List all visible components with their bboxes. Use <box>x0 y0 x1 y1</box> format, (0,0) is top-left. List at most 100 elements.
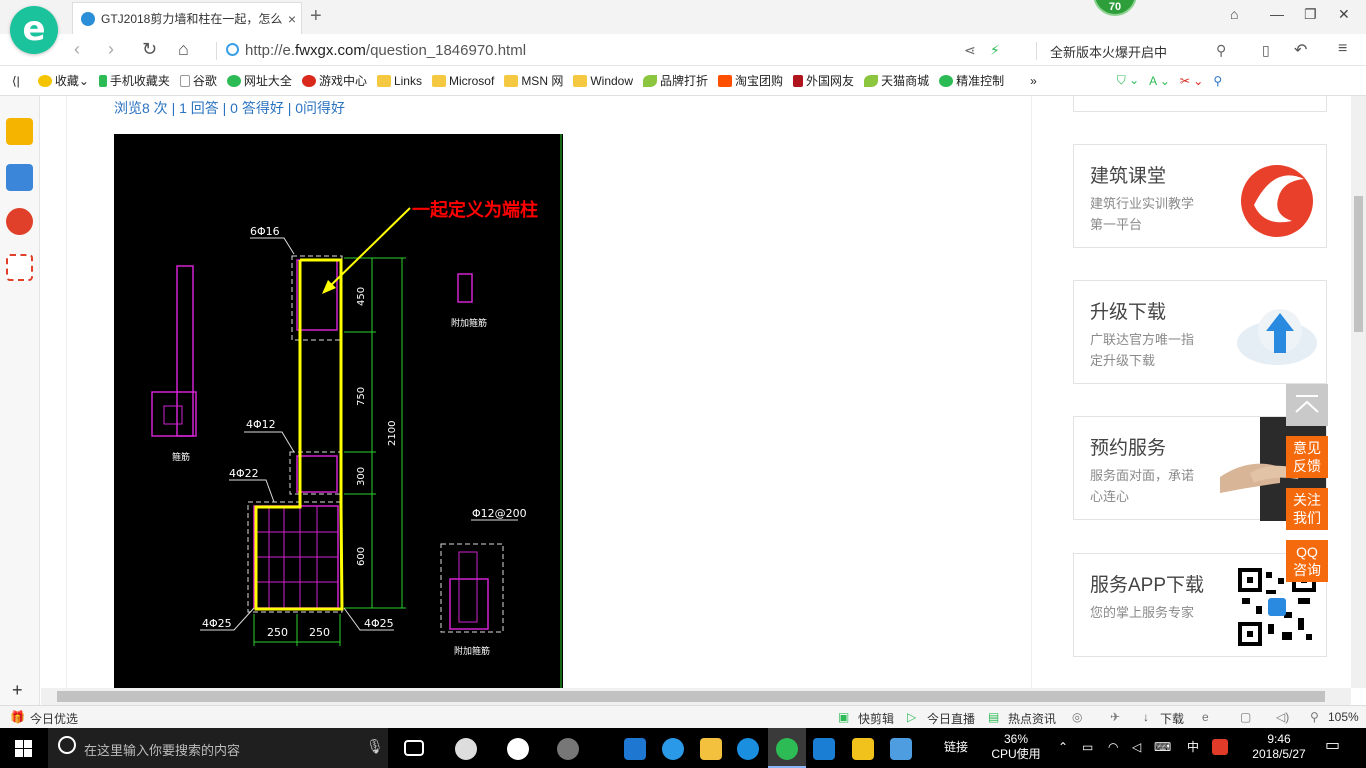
browser-logo[interactable]: e <box>10 6 58 54</box>
volume-icon[interactable]: ◁ <box>1132 740 1141 755</box>
today-picks-link[interactable]: 今日优选 <box>30 710 78 727</box>
bookmark-taobao[interactable]: 淘宝团购 <box>718 72 783 89</box>
internet-explorer-icon[interactable] <box>662 738 684 760</box>
scissors-icon[interactable]: ✂ ⌄ <box>1180 74 1203 88</box>
notes-app-icon[interactable] <box>852 738 874 760</box>
undo-icon[interactable]: ↶ <box>1294 40 1307 60</box>
add-sidebar-icon[interactable]: + <box>12 680 23 701</box>
lightning-icon[interactable]: ⚡ <box>990 42 1000 59</box>
sound-icon[interactable]: ◁) <box>1276 710 1289 724</box>
links-toolbar[interactable]: 链接 <box>944 740 968 755</box>
bookmarks-bar: ⟨| 收藏 ⌄ 手机收藏夹 谷歌 网址大全 游戏中心 Links Microso… <box>0 66 1366 96</box>
window-mode-icon[interactable]: ▢ <box>1240 710 1251 724</box>
sogou-icon[interactable] <box>1212 739 1228 755</box>
folder-icon <box>573 74 588 87</box>
bookmark-control[interactable]: 精准控制 <box>939 72 1004 89</box>
mail-app-icon[interactable] <box>890 738 912 760</box>
ie-browser-icon[interactable] <box>507 738 529 760</box>
play-icon: ▷ <box>907 710 917 724</box>
close-window-icon[interactable]: ✕ <box>1338 6 1350 23</box>
cpu-usage[interactable]: 36% CPU使用 <box>986 732 1046 762</box>
share-icon[interactable]: ⋖ <box>964 42 976 59</box>
bookmark-hao[interactable]: 网址大全 <box>226 72 292 89</box>
chrome-like-icon[interactable] <box>557 738 579 760</box>
notification-center-icon[interactable]: ▭ <box>1325 738 1340 754</box>
home-icon[interactable]: ⌂ <box>178 39 189 60</box>
wifi-icon[interactable]: ◠ <box>1108 740 1118 755</box>
bookmark-favorites[interactable]: 收藏 ⌄ <box>37 72 89 89</box>
bookmark-games[interactable]: 游戏中心 <box>301 72 367 89</box>
bookmark-tmall[interactable]: 天猫商城 <box>864 72 929 89</box>
kuaijianji-link[interactable]: 快剪辑 <box>858 710 894 727</box>
refresh-icon[interactable]: ↻ <box>142 39 157 60</box>
bookmark-foreign[interactable]: 外国网友 <box>793 72 854 89</box>
bookmark-windows[interactable]: Window <box>573 74 633 88</box>
more-bookmarks-icon[interactable]: » <box>1030 74 1037 88</box>
feedback-button[interactable]: 意见 反馈 <box>1286 436 1328 478</box>
new-tab-button[interactable]: + <box>310 5 322 28</box>
translate-icon[interactable]: A ⌄ <box>1149 74 1170 88</box>
app-g-icon[interactable] <box>737 738 759 760</box>
card-upgrade-download[interactable]: 升级下载 广联达官方唯一指定升级下载 <box>1073 280 1327 384</box>
shield-icon[interactable]: ⛉ ⌄ <box>1117 73 1139 88</box>
bookmark-mobile[interactable]: 手机收藏夹 <box>98 72 170 89</box>
back-to-top-button[interactable] <box>1286 384 1328 426</box>
search-icon[interactable]: ⚲ <box>1216 42 1226 59</box>
zoom-level[interactable]: 105% <box>1328 710 1359 724</box>
360-browser-icon[interactable] <box>776 738 798 760</box>
site-favicon-icon <box>81 11 95 26</box>
tab-question[interactable]: GTJ2018剪力墙和柱在一起，怎么... × <box>72 2 302 34</box>
weibo-icon[interactable] <box>6 208 33 235</box>
task-view-icon[interactable] <box>404 740 424 756</box>
bookmark-google[interactable]: 谷歌 <box>179 72 217 89</box>
menu-icon[interactable]: ≡ <box>1338 40 1347 58</box>
back-icon[interactable]: ‹ <box>74 39 80 60</box>
vertical-scroll-thumb[interactable] <box>1354 196 1363 332</box>
restore-icon[interactable]: ❐ <box>1304 6 1317 23</box>
bookmark-microsoft[interactable]: Microsof <box>431 74 494 88</box>
windows-start-icon[interactable] <box>15 740 32 757</box>
vertical-scrollbar[interactable] <box>1351 96 1366 688</box>
keyboard-icon[interactable]: ⌨ <box>1154 740 1171 755</box>
battery-icon[interactable]: ▭ <box>1082 740 1093 755</box>
live-link[interactable]: 今日直播 <box>927 710 975 727</box>
reading-list-icon[interactable] <box>6 164 33 191</box>
forward-icon[interactable]: › <box>108 39 114 60</box>
pin-icon[interactable]: ✈ <box>1110 710 1120 724</box>
follow-us-button[interactable]: 关注 我们 <box>1286 488 1328 530</box>
promo-search-box[interactable]: 全新版本火爆开启中 <box>1050 42 1167 61</box>
zoom-search-icon[interactable]: ⚲ <box>1213 74 1222 88</box>
ie-mode-icon[interactable]: e <box>1202 710 1209 724</box>
minimize-icon[interactable]: — <box>1270 6 1284 22</box>
taskbar-search-box[interactable]: 在这里输入你要搜索的内容 🎙 <box>48 728 388 768</box>
speed-icon[interactable]: ◎ <box>1072 710 1082 724</box>
bookmark-links[interactable]: Links <box>376 74 422 88</box>
mobile-icon[interactable]: ▯ <box>1262 42 1270 59</box>
bookmark-msn[interactable]: MSN 网 <box>504 72 563 89</box>
left-sidebar: + <box>0 96 40 706</box>
notification-badge[interactable]: 70 <box>1093 0 1137 16</box>
microphone-icon[interactable]: 🎙 <box>366 738 384 755</box>
url-field[interactable]: http://e.fwxgx.com/question_1846970.html <box>226 42 526 59</box>
card-construction-class[interactable]: 建筑课堂 建筑行业实训教学第一平台 <box>1073 144 1327 248</box>
file-explorer-icon[interactable] <box>700 738 722 760</box>
close-tab-icon[interactable]: × <box>283 11 301 27</box>
cad-drawing-image[interactable]: 一起定义为端柱 6Φ16 4Φ12 4Φ22 4Φ25 4Φ25 Φ12@200… <box>114 134 563 688</box>
ime-indicator[interactable]: 中 <box>1187 740 1199 755</box>
bookmark-brand[interactable]: 品牌打折 <box>643 72 708 89</box>
tray-expand-icon[interactable]: ⌃ <box>1058 740 1068 755</box>
clock[interactable]: 9:46 2018/5/27 <box>1244 732 1314 762</box>
glodon-app-icon[interactable] <box>813 738 835 760</box>
download-link[interactable]: 下载 <box>1160 710 1184 727</box>
sidebar-toggle-icon[interactable]: ⟨| <box>12 74 20 88</box>
news-link[interactable]: 热点资讯 <box>1008 710 1056 727</box>
favorites-star-icon[interactable] <box>6 118 33 145</box>
email-icon[interactable] <box>6 254 33 281</box>
qq-consult-button[interactable]: QQ 咨询 <box>1286 540 1328 582</box>
skin-icon[interactable]: ⌂ <box>1230 6 1238 22</box>
zoom-icon: ⚲ <box>1310 710 1319 724</box>
horizontal-scroll-thumb[interactable] <box>57 691 1325 702</box>
fan-app-icon[interactable] <box>455 738 477 760</box>
edge-icon[interactable] <box>624 738 646 760</box>
horizontal-scrollbar[interactable] <box>41 688 1351 705</box>
